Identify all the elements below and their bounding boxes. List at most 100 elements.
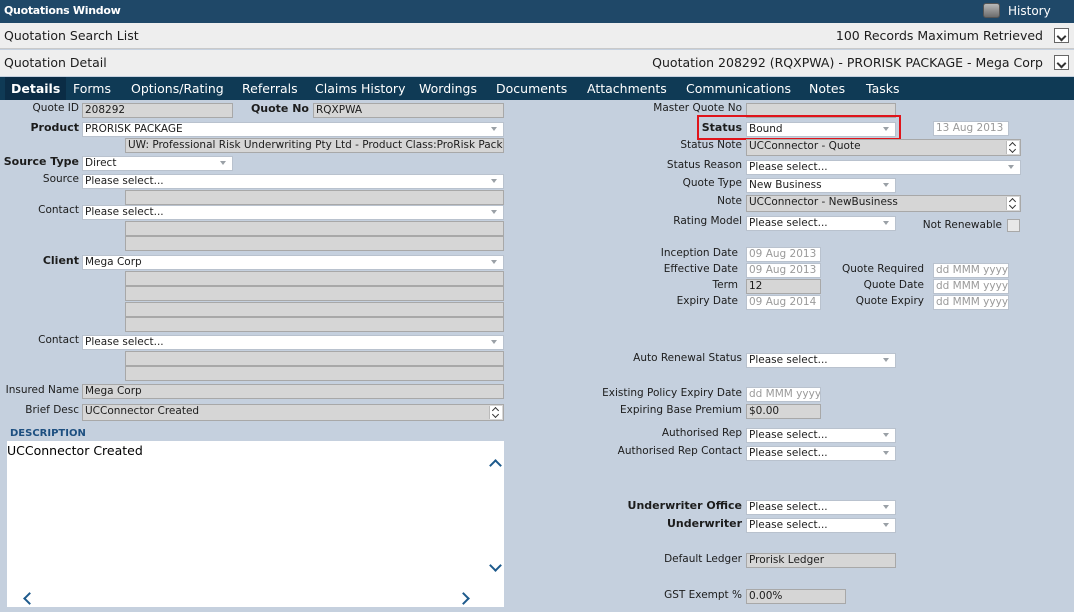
client-select[interactable]: Mega Corp xyxy=(82,255,504,270)
tab-details[interactable]: Details xyxy=(5,77,67,100)
note-field[interactable]: UCConnector - NewBusiness xyxy=(746,195,1021,212)
brief-desc-label: Brief Desc xyxy=(25,404,79,416)
product-label: Product xyxy=(30,121,79,134)
client-contact-select[interactable]: Please select... xyxy=(82,335,504,350)
client-detail-line xyxy=(125,317,504,332)
source-detail xyxy=(125,190,504,205)
inception-date-field[interactable]: 09 Aug 2013 xyxy=(746,247,821,262)
quote-expiry-field[interactable]: dd MMM yyyy xyxy=(933,295,1009,310)
title-bar: Quotations Window History xyxy=(0,0,1074,23)
collapse-chevron-icon[interactable] xyxy=(1054,55,1069,70)
quote-required-field[interactable]: dd MMM yyyy xyxy=(933,263,1009,278)
not-renewable-checkbox[interactable] xyxy=(1007,219,1020,232)
authorised-rep-contact-select[interactable]: Please select... xyxy=(746,446,896,461)
tab-tasks[interactable]: Tasks xyxy=(860,77,906,100)
source-select[interactable]: Please select... xyxy=(82,174,504,189)
term-field: 12 xyxy=(746,279,821,294)
tab-bar: Details Forms Options/Rating Referrals C… xyxy=(0,77,1074,100)
note-spinner-icon[interactable] xyxy=(1006,197,1019,210)
status-date-field[interactable]: 13 Aug 2013 xyxy=(933,121,1009,136)
contact-label: Contact xyxy=(38,204,79,216)
gst-exempt-label: GST Exempt % xyxy=(664,589,742,601)
product-description: UW: Professional Risk Underwriting Pty L… xyxy=(125,138,504,153)
source-type-select[interactable]: Direct xyxy=(82,156,233,171)
client-detail-line xyxy=(125,286,504,301)
source-label: Source xyxy=(42,173,79,185)
status-highlight-box xyxy=(697,115,901,140)
contact-select[interactable]: Please select... xyxy=(82,205,504,220)
description-text: UCConnector Created xyxy=(7,443,143,458)
quote-date-label: Quote Date xyxy=(863,279,924,291)
quote-date-field[interactable]: dd MMM yyyy xyxy=(933,279,1009,294)
authorised-rep-label: Authorised Rep xyxy=(661,427,742,439)
default-ledger-field: Prorisk Ledger xyxy=(746,553,896,568)
authorised-rep-contact-label: Authorised Rep Contact xyxy=(617,445,742,457)
tab-referrals[interactable]: Referrals xyxy=(236,77,304,100)
tab-communications[interactable]: Communications xyxy=(680,77,797,100)
contact-detail-line xyxy=(125,236,504,251)
status-note-label: Status Note xyxy=(680,139,742,151)
authorised-rep-select[interactable]: Please select... xyxy=(746,428,896,443)
quotation-summary: Quotation 208292 (RQXPWA) - PRORISK PACK… xyxy=(652,55,1043,70)
history-link[interactable]: History xyxy=(1008,4,1051,18)
rating-model-label: Rating Model xyxy=(673,215,742,227)
auto-renewal-status-select[interactable]: Please select... xyxy=(746,353,896,368)
quote-type-label: Quote Type xyxy=(682,177,742,189)
detail-title: Quotation Detail xyxy=(4,55,107,70)
tab-documents[interactable]: Documents xyxy=(490,77,573,100)
brief-desc-value: UCConnector Created xyxy=(85,405,200,417)
quotation-search-list-bar[interactable]: Quotation Search List 100 Records Maximu… xyxy=(0,23,1074,49)
search-list-title: Quotation Search List xyxy=(4,28,139,43)
client-detail-line xyxy=(125,271,504,286)
quote-type-select[interactable]: New Business xyxy=(746,178,896,193)
status-note-value: UCConnector - Quote xyxy=(749,140,861,152)
status-reason-label: Status Reason xyxy=(666,159,742,171)
default-ledger-label: Default Ledger xyxy=(664,553,742,565)
rating-model-select[interactable]: Please select... xyxy=(746,216,896,231)
description-textarea[interactable]: UCConnector Created xyxy=(7,441,504,607)
quotation-detail-bar: Quotation Detail Quotation 208292 (RQXPW… xyxy=(0,50,1074,76)
tab-notes[interactable]: Notes xyxy=(803,77,851,100)
expiring-base-premium-label: Expiring Base Premium xyxy=(620,404,742,416)
effective-date-field[interactable]: 09 Aug 2013 xyxy=(746,263,821,278)
window-title: Quotations Window xyxy=(4,4,121,17)
underwriter-office-select[interactable]: Please select... xyxy=(746,500,896,515)
tab-attachments[interactable]: Attachments xyxy=(581,77,673,100)
brief-desc-spinner-icon[interactable] xyxy=(489,406,502,419)
client-detail-line xyxy=(125,302,504,317)
product-select[interactable]: PRORISK PACKAGE xyxy=(82,122,504,137)
insured-name-label: Insured Name xyxy=(5,384,79,396)
underwriter-select[interactable]: Please select... xyxy=(746,518,896,533)
status-note-spinner-icon[interactable] xyxy=(1006,141,1019,154)
quote-required-label: Quote Required xyxy=(842,263,924,275)
auto-renewal-status-label: Auto Renewal Status xyxy=(633,352,742,364)
quote-id-field: 208292 xyxy=(82,103,233,118)
expand-chevron-icon[interactable] xyxy=(1054,28,1069,43)
inception-date-label: Inception Date xyxy=(660,247,738,259)
status-reason-select[interactable]: Please select... xyxy=(746,160,1021,175)
underwriter-label: Underwriter xyxy=(666,517,742,530)
records-info: 100 Records Maximum Retrieved xyxy=(835,28,1043,43)
quote-no-label: Quote No xyxy=(250,102,309,115)
client-label: Client xyxy=(42,254,79,267)
status-note-field[interactable]: UCConnector - Quote xyxy=(746,139,1021,156)
expiring-base-premium-field: $0.00 xyxy=(746,404,821,419)
note-value: UCConnector - NewBusiness xyxy=(749,196,898,208)
brief-desc-field[interactable]: UCConnector Created xyxy=(82,404,504,421)
tab-options-rating[interactable]: Options/Rating xyxy=(125,77,230,100)
gst-exempt-field: 0.00% xyxy=(746,589,846,604)
expiry-date-field[interactable]: 09 Aug 2014 xyxy=(746,295,821,310)
quote-no-field: RQXPWA xyxy=(313,103,504,118)
insured-name-field: Mega Corp xyxy=(82,384,504,399)
history-icon[interactable] xyxy=(983,3,1000,18)
tab-claims-history[interactable]: Claims History xyxy=(309,77,411,100)
underwriter-office-label: Underwriter Office xyxy=(627,499,742,512)
master-quote-no-label: Master Quote No xyxy=(653,102,742,114)
existing-policy-expiry-date-field[interactable]: dd MMM yyyy xyxy=(746,387,821,402)
tab-wordings[interactable]: Wordings xyxy=(413,77,483,100)
effective-date-label: Effective Date xyxy=(663,263,738,275)
client-contact-detail-line xyxy=(125,351,504,366)
quote-expiry-label: Quote Expiry xyxy=(855,295,924,307)
source-type-label: Source Type xyxy=(3,155,79,168)
tab-forms[interactable]: Forms xyxy=(67,77,117,100)
